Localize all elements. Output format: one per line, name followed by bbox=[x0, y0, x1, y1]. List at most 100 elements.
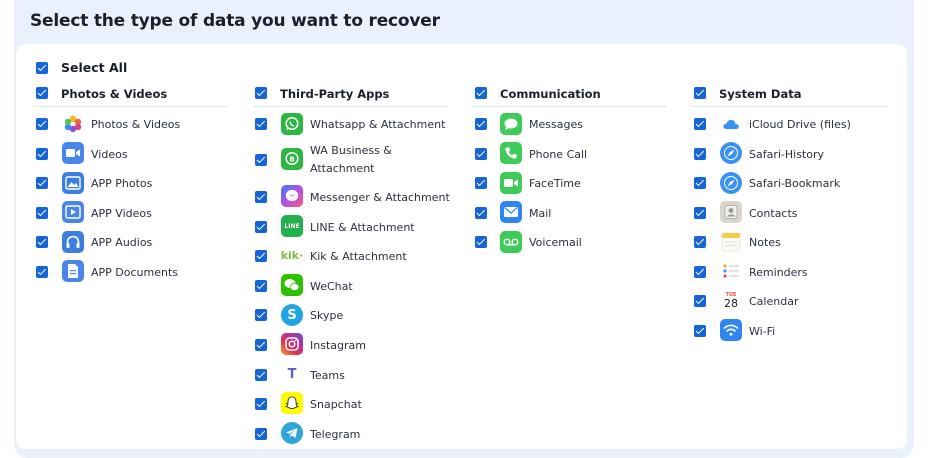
item-checkbox[interactable] bbox=[694, 236, 706, 248]
item-label: Photos & Videos bbox=[91, 118, 181, 131]
system-data-category-checkbox[interactable] bbox=[694, 87, 706, 99]
telegram-icon bbox=[281, 422, 303, 444]
column-divider bbox=[473, 106, 667, 107]
item-label: Safari-History bbox=[749, 148, 825, 161]
item-checkbox[interactable] bbox=[36, 236, 48, 248]
kik-icon: kik· bbox=[281, 244, 303, 266]
item-checkbox[interactable] bbox=[694, 295, 706, 307]
messages-icon bbox=[500, 113, 522, 135]
item-label: APP Videos bbox=[91, 207, 152, 220]
item-checkbox[interactable] bbox=[475, 177, 487, 189]
item-label: Whatsapp & Attachment bbox=[310, 118, 446, 131]
select-all-checkbox[interactable] bbox=[36, 62, 48, 74]
whatsapp-icon bbox=[281, 113, 303, 135]
item-label-line2: Attachment bbox=[310, 162, 375, 175]
item-label: Safari-Bookmark bbox=[749, 177, 841, 190]
item-checkbox[interactable] bbox=[475, 207, 487, 219]
wa-business-icon: B bbox=[281, 148, 303, 170]
reminders-icon bbox=[720, 260, 742, 282]
column-divider bbox=[253, 106, 447, 107]
third-party-apps-category-checkbox[interactable] bbox=[255, 87, 267, 99]
column-divider bbox=[692, 106, 886, 107]
item-checkbox[interactable] bbox=[36, 177, 48, 189]
skype-icon: S bbox=[281, 304, 303, 326]
calendar-day: 28 bbox=[724, 297, 738, 310]
item-label: Wi-Fi bbox=[749, 325, 776, 338]
item-checkbox[interactable] bbox=[36, 148, 48, 160]
item-checkbox[interactable] bbox=[475, 118, 487, 130]
item-checkbox[interactable] bbox=[36, 266, 48, 278]
item-checkbox[interactable] bbox=[255, 428, 267, 440]
voicemail-icon bbox=[500, 231, 522, 253]
item-label: Calendar bbox=[749, 295, 799, 308]
item-checkbox[interactable] bbox=[694, 207, 706, 219]
line-icon: LINE bbox=[281, 215, 303, 237]
item-label: APP Audios bbox=[91, 236, 153, 249]
select-all-label: Select All bbox=[61, 60, 128, 75]
app-photos-icon bbox=[62, 172, 84, 194]
item-checkbox[interactable] bbox=[475, 148, 487, 160]
safari-icon bbox=[720, 172, 742, 194]
item-checkbox[interactable] bbox=[255, 221, 267, 233]
item-label: Snapchat bbox=[310, 398, 362, 411]
communication-category-checkbox[interactable] bbox=[475, 87, 487, 99]
item-checkbox[interactable] bbox=[255, 250, 267, 262]
item-checkbox[interactable] bbox=[36, 207, 48, 219]
page-title: Select the type of data you want to reco… bbox=[30, 11, 440, 31]
item-label: Phone Call bbox=[529, 148, 588, 161]
item-checkbox[interactable] bbox=[475, 236, 487, 248]
phone-icon bbox=[500, 142, 522, 164]
column-divider bbox=[34, 106, 228, 107]
video-camera-icon bbox=[62, 142, 84, 164]
item-checkbox[interactable] bbox=[255, 398, 267, 410]
icloud-icon bbox=[720, 113, 742, 135]
item-label: FaceTime bbox=[529, 177, 581, 190]
headphones-icon bbox=[62, 231, 84, 253]
item-label: Videos bbox=[91, 148, 128, 161]
messenger-icon bbox=[281, 185, 303, 207]
item-checkbox[interactable] bbox=[255, 309, 267, 321]
item-checkbox[interactable] bbox=[694, 148, 706, 160]
item-label: WA Business & Attachment bbox=[310, 142, 392, 178]
column-title-photos-videos: Photos & Videos bbox=[61, 87, 168, 101]
item-label: LINE & Attachment bbox=[310, 221, 415, 234]
item-label: Contacts bbox=[749, 207, 798, 220]
item-label: iCloud Drive (files) bbox=[749, 118, 851, 131]
item-label: Skype bbox=[310, 309, 344, 322]
item-label: APP Photos bbox=[91, 177, 153, 190]
item-label-line1: WA Business & bbox=[310, 144, 392, 157]
item-label: Mail bbox=[529, 207, 552, 220]
mail-icon bbox=[500, 201, 522, 223]
item-checkbox[interactable] bbox=[694, 177, 706, 189]
item-checkbox[interactable] bbox=[255, 191, 267, 203]
photos-videos-category-checkbox[interactable] bbox=[36, 87, 48, 99]
item-label: Messenger & Attachment bbox=[310, 191, 450, 204]
item-label: APP Documents bbox=[91, 266, 179, 279]
column-title-third-party-apps: Third-Party Apps bbox=[280, 87, 390, 101]
item-checkbox[interactable] bbox=[255, 154, 267, 166]
document-icon bbox=[62, 260, 84, 282]
photos-icon bbox=[62, 113, 84, 135]
svg-text:B: B bbox=[289, 156, 294, 164]
item-checkbox[interactable] bbox=[255, 339, 267, 351]
contacts-icon bbox=[720, 201, 742, 223]
item-checkbox[interactable] bbox=[255, 118, 267, 130]
teams-icon: T bbox=[281, 363, 303, 385]
safari-icon bbox=[720, 142, 742, 164]
item-checkbox[interactable] bbox=[36, 118, 48, 130]
item-label: Kik & Attachment bbox=[310, 250, 407, 263]
item-label: WeChat bbox=[310, 280, 353, 293]
item-label: Teams bbox=[310, 369, 345, 382]
item-label: Reminders bbox=[749, 266, 808, 279]
instagram-icon bbox=[281, 333, 303, 355]
item-checkbox[interactable] bbox=[255, 369, 267, 381]
item-checkbox[interactable] bbox=[255, 280, 267, 292]
facetime-icon bbox=[500, 172, 522, 194]
item-label: Telegram bbox=[310, 428, 361, 441]
item-label: Instagram bbox=[310, 339, 366, 352]
column-title-system-data: System Data bbox=[719, 87, 802, 101]
item-checkbox[interactable] bbox=[694, 325, 706, 337]
item-checkbox[interactable] bbox=[694, 118, 706, 130]
item-checkbox[interactable] bbox=[694, 266, 706, 278]
notes-icon bbox=[720, 231, 742, 253]
